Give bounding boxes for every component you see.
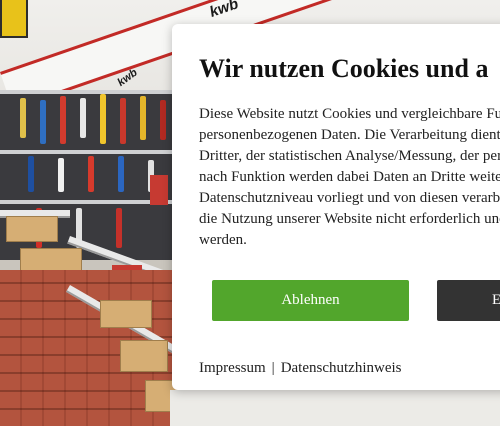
cookie-consent-dialog: Wir nutzen Cookies und a Diese Website n…: [172, 24, 500, 390]
dialog-footer-links: Impressum | Datenschutzhinweis: [199, 360, 402, 377]
dialog-body-text: Diese Website nutzt Cookies und vergleic…: [199, 104, 500, 251]
body-line: Datenschutzniveau vorliegt und von diese…: [199, 190, 500, 206]
rack-rail: [0, 150, 180, 154]
shelf-bottom-strip: [170, 390, 500, 426]
hanging-tool: [160, 100, 166, 140]
body-line: die Nutzung unserer Website nicht erford…: [199, 211, 500, 227]
rack-rail: [0, 90, 180, 94]
hanging-tool: [118, 156, 124, 192]
hanging-tool: [80, 98, 86, 138]
brand-logo-text: kwb: [207, 0, 241, 21]
hanging-tool: [100, 94, 106, 144]
hanging-tool: [116, 208, 122, 248]
hanging-tool: [20, 98, 26, 138]
dialog-title: Wir nutzen Cookies und a: [199, 54, 489, 83]
hanging-tool: [120, 98, 126, 144]
product-box: [100, 300, 152, 328]
body-line: Dritter, der statistischen Analyse/Messu…: [199, 148, 500, 164]
link-separator: |: [271, 360, 275, 376]
body-line: personenbezogenen Daten. Die Verarbeitun…: [199, 127, 500, 143]
hanging-tool: [140, 96, 146, 140]
yellow-sign: [0, 0, 28, 38]
privacy-link[interactable]: Datenschutzhinweis: [281, 360, 402, 376]
accept-button[interactable]: E: [437, 280, 500, 321]
hanging-tool: [88, 156, 94, 192]
hanging-tool: [58, 158, 64, 192]
imprint-link[interactable]: Impressum: [199, 360, 266, 376]
hanging-tool: [60, 96, 66, 144]
body-line: Diese Website nutzt Cookies und vergleic…: [199, 106, 500, 122]
body-line: werden.: [199, 232, 247, 248]
product-box: [6, 216, 58, 242]
body-line: nach Funktion werden dabei Daten an Drit…: [199, 169, 500, 185]
product-box: [150, 175, 168, 205]
product-box: [20, 248, 82, 272]
decline-button[interactable]: Ablehnen: [212, 280, 409, 321]
product-box: [120, 340, 168, 372]
hanging-tool: [28, 156, 34, 192]
hanging-tool: [40, 100, 46, 144]
